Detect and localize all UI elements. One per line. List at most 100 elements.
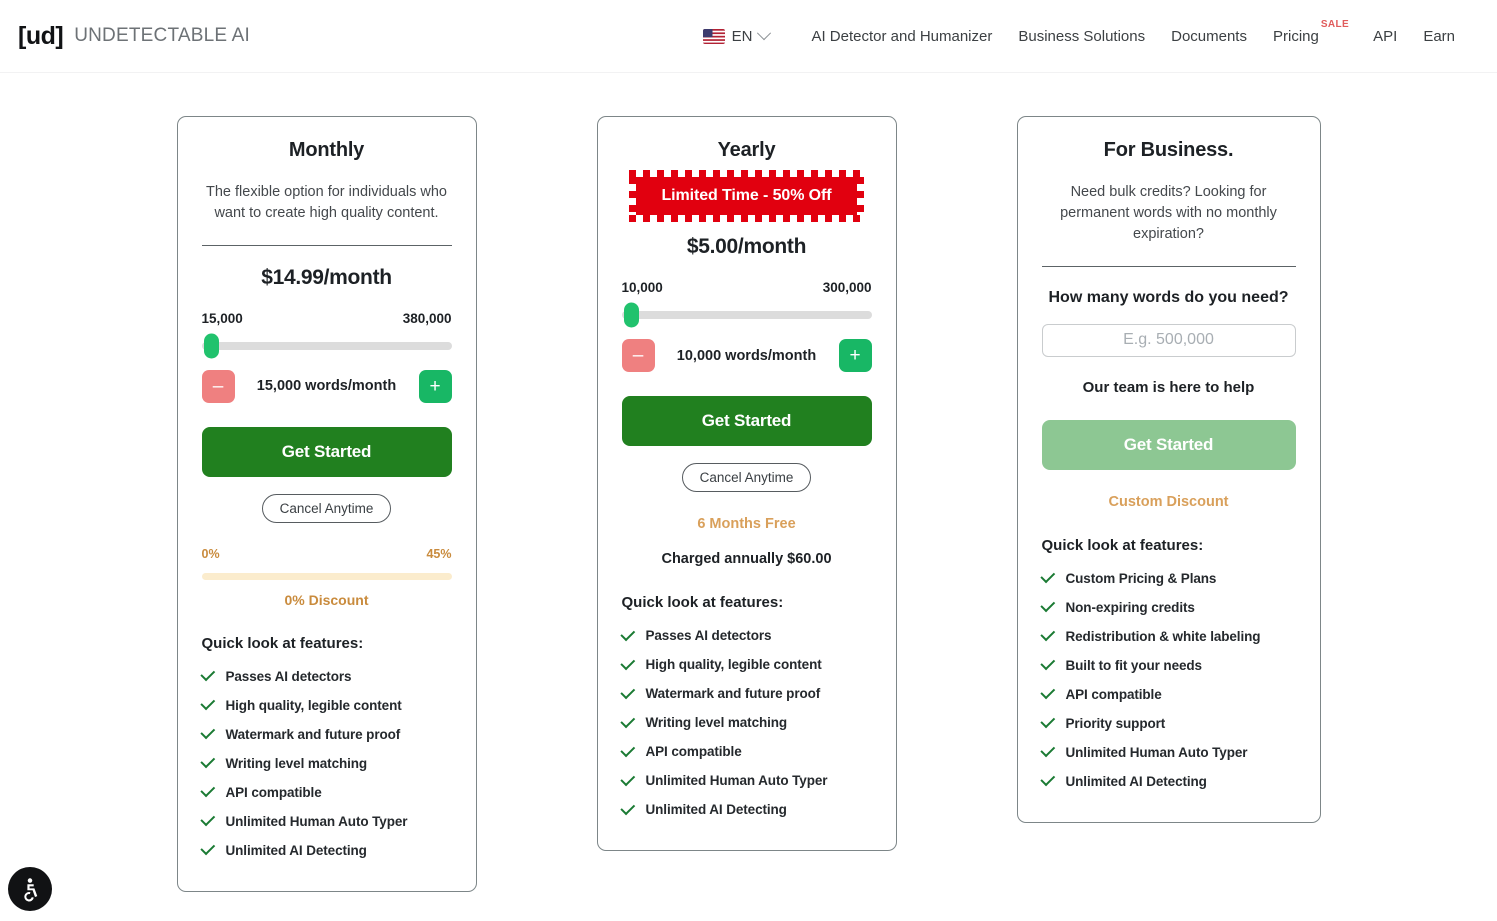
slider-range-labels-yearly: 10,000 300,000: [622, 280, 872, 295]
words-needed-input[interactable]: [1041, 323, 1296, 357]
slider-thumb[interactable]: [623, 302, 639, 328]
divider: [1041, 265, 1296, 267]
slider-range-labels-monthly: 15,000 380,000: [202, 311, 452, 326]
feature-label: API compatible: [645, 744, 742, 759]
check-icon: [199, 724, 215, 740]
us-flag-icon: [702, 28, 725, 44]
language-code: EN: [731, 27, 753, 45]
plan-title-monthly: Monthly: [288, 139, 365, 161]
list-item: API compatible: [619, 737, 872, 766]
discount-max-label: 45%: [426, 546, 452, 561]
list-item: Passes AI detectors: [199, 662, 452, 691]
words-slider-monthly[interactable]: [201, 333, 452, 359]
nav-item-earn[interactable]: Earn: [1423, 28, 1455, 45]
check-icon: [619, 799, 635, 815]
slider-min-label: 10,000: [621, 280, 663, 295]
increase-words-button[interactable]: +: [418, 369, 452, 403]
nav-item-business-solutions[interactable]: Business Solutions: [1018, 28, 1145, 45]
feature-label: Writing level matching: [225, 755, 368, 771]
list-item: Watermark and future proof: [199, 720, 452, 749]
check-icon: [199, 811, 215, 827]
list-item: Non-expiring credits: [1039, 593, 1296, 622]
words-stepper-monthly: – 15,000 words/month +: [201, 369, 452, 403]
plan-price-yearly: $5.00/month: [686, 235, 807, 258]
check-icon: [199, 666, 215, 682]
check-icon: [1039, 713, 1055, 729]
features-list-monthly: Passes AI detectors High quality, legibl…: [199, 662, 452, 865]
slider-max-label: 380,000: [402, 310, 452, 326]
list-item: Unlimited AI Detecting: [1039, 767, 1296, 796]
plan-description-business: Need bulk credits? Looking for permanent…: [1060, 184, 1277, 242]
accessibility-widget-button[interactable]: [8, 867, 52, 911]
feature-label: Custom Pricing & Plans: [1065, 570, 1217, 586]
slider-thumb[interactable]: [203, 333, 219, 359]
check-icon: [619, 683, 635, 699]
decrease-words-button[interactable]: –: [201, 369, 235, 403]
nav-item-api[interactable]: API: [1373, 28, 1397, 45]
feature-label: API compatible: [1065, 686, 1162, 702]
months-free-note: 6 Months Free: [697, 516, 796, 532]
list-item: High quality, legible content: [619, 650, 872, 679]
discount-text-monthly: 0% Discount: [284, 591, 369, 608]
feature-label: High quality, legible content: [645, 657, 822, 672]
plan-title-yearly: Yearly: [717, 139, 776, 161]
language-selector[interactable]: EN: [702, 26, 772, 45]
check-icon: [619, 712, 635, 728]
decrease-words-button[interactable]: –: [621, 339, 655, 372]
feature-label: Redistribution & white labeling: [1065, 628, 1261, 644]
site-header: [ud] UNDETECTABLE AI EN AI Detector and …: [0, 0, 1497, 73]
get-started-button-yearly[interactable]: Get Started: [621, 396, 872, 446]
limited-time-badge-wrap: Limited Time - 50% Off: [622, 170, 872, 222]
feature-label: Unlimited Human Auto Typer: [1065, 744, 1248, 760]
features-list-business: Custom Pricing & Plans Non-expiring cred…: [1039, 564, 1296, 796]
features-title-business: Quick look at features:: [1041, 536, 1204, 554]
plan-card-monthly: Monthly The flexible option for individu…: [176, 116, 477, 892]
feature-label: Watermark and future proof: [645, 686, 821, 701]
feature-label: Unlimited Human Auto Typer: [225, 813, 408, 829]
words-value-yearly: 10,000 words/month: [676, 347, 817, 364]
feature-label: Writing level matching: [645, 715, 788, 730]
sale-badge: SALE: [1320, 19, 1350, 30]
cancel-anytime-button-monthly[interactable]: Cancel Anytime: [261, 493, 392, 523]
plan-title-business: For Business.: [1103, 139, 1234, 161]
feature-label: Passes AI detectors: [225, 668, 352, 684]
cancel-anytime-button-yearly[interactable]: Cancel Anytime: [681, 463, 812, 492]
feature-label: Priority support: [1065, 715, 1166, 731]
list-item: Built to fit your needs: [1039, 651, 1296, 680]
limited-time-badge-label: Limited Time - 50% Off: [661, 187, 832, 204]
list-item: Unlimited AI Detecting: [619, 795, 872, 824]
feature-label: Unlimited AI Detecting: [225, 842, 367, 858]
nav-item-documents[interactable]: Documents: [1171, 28, 1247, 45]
check-icon: [619, 654, 635, 670]
nav-item-pricing[interactable]: PricingSALE: [1273, 19, 1349, 45]
list-item: Custom Pricing & Plans: [1039, 564, 1296, 593]
check-icon: [1039, 626, 1055, 642]
chevron-down-icon: [757, 26, 772, 41]
check-icon: [1039, 684, 1055, 700]
list-item: Watermark and future proof: [619, 679, 872, 708]
feature-label: Unlimited AI Detecting: [645, 802, 787, 817]
slider-max-label: 300,000: [822, 280, 872, 295]
nav-item-ai-detector[interactable]: AI Detector and Humanizer: [811, 28, 992, 45]
check-icon: [619, 770, 635, 786]
list-item: API compatible: [1039, 680, 1296, 709]
pricing-plans: Monthly The flexible option for individu…: [0, 73, 1497, 892]
plan-price-monthly: $14.99/month: [261, 265, 392, 289]
cancel-anytime-wrap: Cancel Anytime: [622, 463, 872, 492]
discount-bar-monthly: [201, 572, 452, 580]
increase-words-button[interactable]: +: [838, 339, 872, 372]
discount-min-label: 0%: [201, 546, 220, 561]
list-item: Writing level matching: [619, 708, 872, 737]
badge-edge-right: [857, 177, 865, 215]
get-started-button-monthly[interactable]: Get Started: [201, 426, 452, 477]
features-title-monthly: Quick look at features:: [201, 634, 364, 652]
list-item: Unlimited Human Auto Typer: [199, 807, 452, 836]
check-icon: [1039, 771, 1055, 787]
get-started-button-business[interactable]: Get Started: [1041, 419, 1296, 470]
brand-logo[interactable]: [ud] UNDETECTABLE AI: [18, 23, 250, 49]
feature-label: Passes AI detectors: [645, 628, 772, 643]
words-slider-yearly[interactable]: [621, 302, 872, 328]
words-question-label: How many words do you need?: [1048, 288, 1289, 306]
list-item: Unlimited Human Auto Typer: [1039, 738, 1296, 767]
feature-label: Non-expiring credits: [1065, 599, 1195, 615]
